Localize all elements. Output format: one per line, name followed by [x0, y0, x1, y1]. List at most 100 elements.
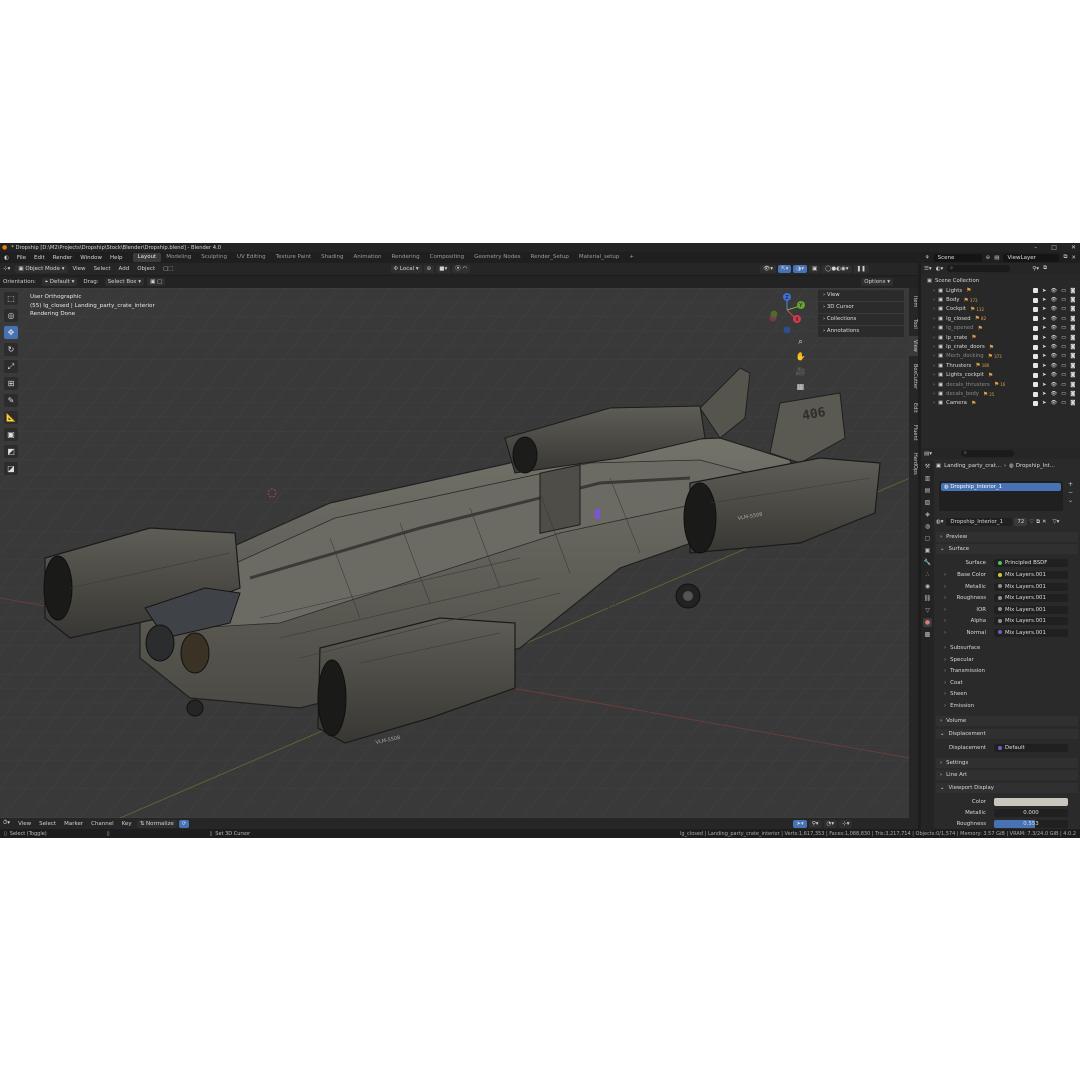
- move-tool-icon[interactable]: ✥: [4, 326, 18, 339]
- outliner-row[interactable]: › ▣ lp_crate_doors ⚑ ➤ 👁 ▭ ◙: [921, 342, 1080, 351]
- exclude-checkbox[interactable]: [1033, 325, 1038, 331]
- selectable-icon[interactable]: ➤: [1042, 325, 1046, 331]
- add-workspace-icon[interactable]: +: [624, 253, 639, 262]
- constraints-props-icon[interactable]: ⛓: [923, 594, 932, 603]
- camera-icon[interactable]: ◙: [1070, 297, 1075, 303]
- selectable-icon[interactable]: ➤: [1042, 363, 1046, 369]
- proportional-icon[interactable]: ⦿ ◠: [452, 265, 471, 273]
- exclude-checkbox[interactable]: [1033, 316, 1038, 322]
- refresh-icon[interactable]: ⟳: [178, 819, 190, 828]
- blender-menu-icon[interactable]: ◐: [0, 255, 13, 261]
- npanel-view[interactable]: › View: [818, 290, 904, 301]
- shading-modes-icon[interactable]: ◯●◐◉▾: [822, 265, 852, 273]
- remove-slot-icon[interactable]: −: [1068, 489, 1077, 496]
- eye-icon[interactable]: 👁: [1050, 325, 1057, 331]
- slot-link-icon[interactable]: ▽▾: [1053, 519, 1060, 525]
- expand-input-icon[interactable]: ›: [944, 584, 946, 590]
- view-layer-props-icon[interactable]: ▧: [923, 498, 932, 507]
- expand-arrow-icon[interactable]: ›: [933, 382, 935, 388]
- eye-icon[interactable]: 👁: [1050, 306, 1057, 312]
- camera-icon[interactable]: ◙: [1070, 325, 1075, 331]
- outliner-row[interactable]: › ▣ lg_closed ⚑ 82 ➤ 👁 ▭ ◙: [921, 314, 1080, 323]
- menu-view[interactable]: View: [70, 266, 89, 272]
- exclude-checkbox[interactable]: [1033, 372, 1038, 378]
- tab-boxcutter[interactable]: BoxCutter: [909, 358, 918, 396]
- tab-item[interactable]: Item: [909, 292, 918, 312]
- xray-icon[interactable]: ▣: [808, 265, 821, 273]
- eye-icon[interactable]: 👁: [1050, 391, 1057, 397]
- expand-arrow-icon[interactable]: ›: [933, 316, 935, 322]
- tab-geometry-nodes[interactable]: Geometry Nodes: [469, 253, 525, 262]
- expand-arrow-icon[interactable]: ›: [933, 288, 935, 294]
- outliner-row[interactable]: › ▣ Camera ⚑ ➤ 👁 ▭ ◙: [921, 399, 1080, 408]
- outliner-row[interactable]: › ▣ Mech_docking ⚑ 373 ➤ 👁 ▭ ◙: [921, 352, 1080, 361]
- editor-type-icon[interactable]: ⊹▾: [0, 266, 13, 272]
- snap-target-icon[interactable]: ■▾: [436, 265, 451, 273]
- tab-render-setup[interactable]: Render_Setup: [526, 253, 574, 262]
- menu-file[interactable]: File: [13, 255, 30, 261]
- selectable-icon[interactable]: ➤: [1042, 344, 1046, 350]
- vd-metallic-slider[interactable]: 0.000: [994, 809, 1068, 817]
- camera-icon[interactable]: ◙: [1070, 391, 1075, 397]
- physics-props-icon[interactable]: ◉: [923, 582, 932, 591]
- selectable-icon[interactable]: ➤: [1042, 353, 1046, 359]
- menu-object[interactable]: Object: [134, 266, 158, 272]
- material-slot-list[interactable]: ◍ Dropship_Interior_1: [939, 481, 1063, 511]
- camera-icon[interactable]: ◙: [1070, 288, 1075, 294]
- output-props-icon[interactable]: ▤: [923, 486, 932, 495]
- tab-material-setup[interactable]: Material_setup: [574, 253, 624, 262]
- tab-edit[interactable]: Edit: [909, 398, 918, 418]
- timeline-key[interactable]: Key: [119, 821, 135, 827]
- selectable-icon[interactable]: ➤: [1042, 372, 1046, 378]
- tab-compositing[interactable]: Compositing: [425, 253, 469, 262]
- exclude-checkbox[interactable]: [1033, 306, 1038, 312]
- timeline-channel[interactable]: Channel: [88, 821, 117, 827]
- tab-texture-paint[interactable]: Texture Paint: [271, 253, 317, 262]
- cursor-tool-icon[interactable]: ◎: [4, 309, 18, 322]
- tab-tool[interactable]: Tool: [909, 314, 918, 334]
- snapping-icon[interactable]: ⊹▾: [839, 819, 853, 828]
- exclude-checkbox[interactable]: [1033, 353, 1038, 359]
- expand-arrow-icon[interactable]: ›: [933, 363, 935, 369]
- outliner-row[interactable]: › ▣ Cockpit ⚑ 112 ➤ 👁 ▭ ◙: [921, 305, 1080, 314]
- selectable-icon[interactable]: ➤: [1042, 382, 1046, 388]
- eye-icon[interactable]: 👁: [1050, 316, 1057, 322]
- section-displacement[interactable]: ⌄ Displacement: [936, 729, 1078, 739]
- shader-subsection[interactable]: › Transmission: [936, 666, 1078, 676]
- object-props-icon[interactable]: ▣: [923, 546, 932, 555]
- timeline-editor-icon[interactable]: ⏱▾: [0, 820, 13, 827]
- shader-subsection[interactable]: › Specular: [936, 655, 1078, 665]
- eye-icon[interactable]: 👁: [1050, 372, 1057, 378]
- expand-arrow-icon[interactable]: ›: [933, 400, 935, 406]
- hardops-tool-icon[interactable]: ◪: [4, 462, 18, 475]
- gizmo-neg-z[interactable]: [783, 326, 791, 334]
- npanel-3d-cursor[interactable]: › 3D Cursor: [818, 302, 904, 313]
- data-props-icon[interactable]: ▽: [923, 606, 932, 615]
- monitor-icon[interactable]: ▭: [1061, 344, 1066, 350]
- monitor-icon[interactable]: ▭: [1061, 372, 1066, 378]
- scene-props-icon[interactable]: ◈: [923, 510, 932, 519]
- pivot-dropdown[interactable]: ✣ Local ▾: [390, 265, 422, 273]
- shader-subsection[interactable]: › Emission: [936, 701, 1078, 711]
- mode-dropdown[interactable]: ▣ Object Mode ▾: [15, 265, 68, 273]
- outliner-row[interactable]: › ▣ Thrusters ⚑ 180 ➤ 👁 ▭ ◙: [921, 361, 1080, 370]
- annotate-tool-icon[interactable]: ✎: [4, 394, 18, 407]
- particles-props-icon[interactable]: ∴: [923, 570, 932, 579]
- tab-hardops[interactable]: HardOps: [909, 448, 918, 480]
- monitor-icon[interactable]: ▭: [1061, 288, 1066, 294]
- minimize-icon[interactable]: –: [1034, 244, 1037, 251]
- eye-icon[interactable]: 👁: [1050, 288, 1057, 294]
- texture-props-icon[interactable]: ▩: [923, 630, 932, 639]
- pin-icon[interactable]: ⊕: [986, 255, 991, 261]
- tab-sculpting[interactable]: Sculpting: [196, 253, 232, 262]
- menu-add[interactable]: Add: [116, 266, 133, 272]
- camera-icon[interactable]: ◙: [1070, 353, 1075, 359]
- eye-icon[interactable]: 👁: [1050, 335, 1057, 341]
- unlink-material-icon[interactable]: ✕: [1042, 519, 1047, 525]
- rotate-tool-icon[interactable]: ↻: [4, 343, 18, 356]
- options-dropdown[interactable]: Options ▾: [861, 278, 893, 286]
- tab-layout[interactable]: Layout: [132, 253, 162, 262]
- zoom-icon[interactable]: ⌕: [795, 336, 806, 347]
- transform-tool-icon[interactable]: ⊞: [4, 377, 18, 390]
- exclude-checkbox[interactable]: [1033, 297, 1038, 303]
